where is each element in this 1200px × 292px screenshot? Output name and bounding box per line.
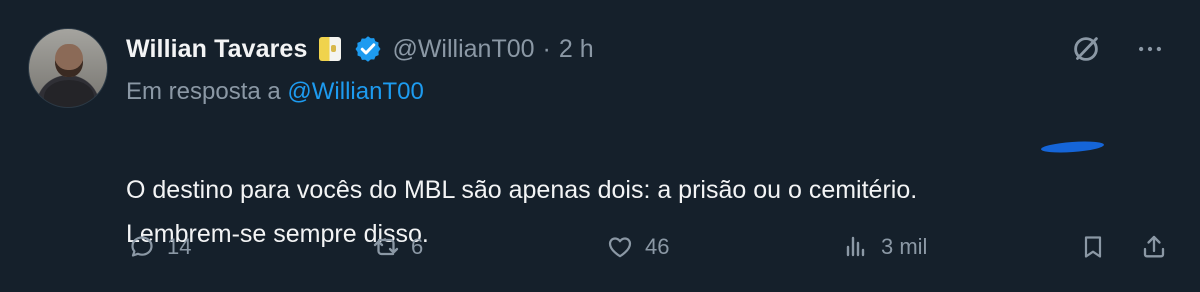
- tweet-actions: 14 6 46 3 mil: [126, 229, 1173, 265]
- avatar[interactable]: [28, 28, 108, 108]
- reply-icon: [131, 236, 153, 257]
- reply-count: 14: [167, 234, 192, 259]
- grok-icon[interactable]: [1068, 31, 1104, 67]
- reply-button[interactable]: 14: [128, 229, 191, 265]
- verified-icon: [353, 34, 383, 64]
- tweet-card[interactable]: Willian Tavares @WillianT00 · 2 h Em res…: [0, 0, 1200, 292]
- retweet-button[interactable]: 6: [372, 229, 423, 265]
- tweet-header: Willian Tavares @WillianT00 · 2 h: [126, 31, 594, 67]
- views-count: 3 mil: [881, 234, 928, 259]
- views-button[interactable]: 3 mil: [842, 229, 927, 265]
- bookmark-icon: [1084, 236, 1102, 258]
- meta-separator: ·: [542, 34, 551, 63]
- post-text: O destino para vocês do MBL são apenas d…: [126, 124, 1161, 292]
- reply-mention-link[interactable]: @WillianT00: [287, 78, 423, 105]
- views-icon: [846, 236, 865, 257]
- post-time[interactable]: 2 h: [559, 35, 594, 64]
- share-button[interactable]: [1140, 229, 1168, 265]
- reply-context: Em resposta a @WillianT00: [126, 78, 424, 106]
- flag-badge-icon: [319, 37, 342, 61]
- censor-mark: [1040, 139, 1105, 155]
- retweet-icon: [373, 238, 399, 256]
- like-count: 46: [645, 234, 670, 259]
- more-icon[interactable]: [1132, 31, 1168, 67]
- retweet-count: 6: [411, 234, 424, 259]
- top-actions: [1068, 31, 1168, 67]
- user-handle[interactable]: @WillianT00: [392, 35, 534, 64]
- display-name[interactable]: Willian Tavares: [126, 35, 307, 64]
- reply-prefix: Em resposta a: [126, 78, 281, 105]
- share-icon: [1143, 235, 1165, 258]
- heart-icon: [608, 237, 632, 258]
- bookmark-button[interactable]: [1079, 229, 1107, 265]
- like-button[interactable]: 46: [606, 229, 669, 265]
